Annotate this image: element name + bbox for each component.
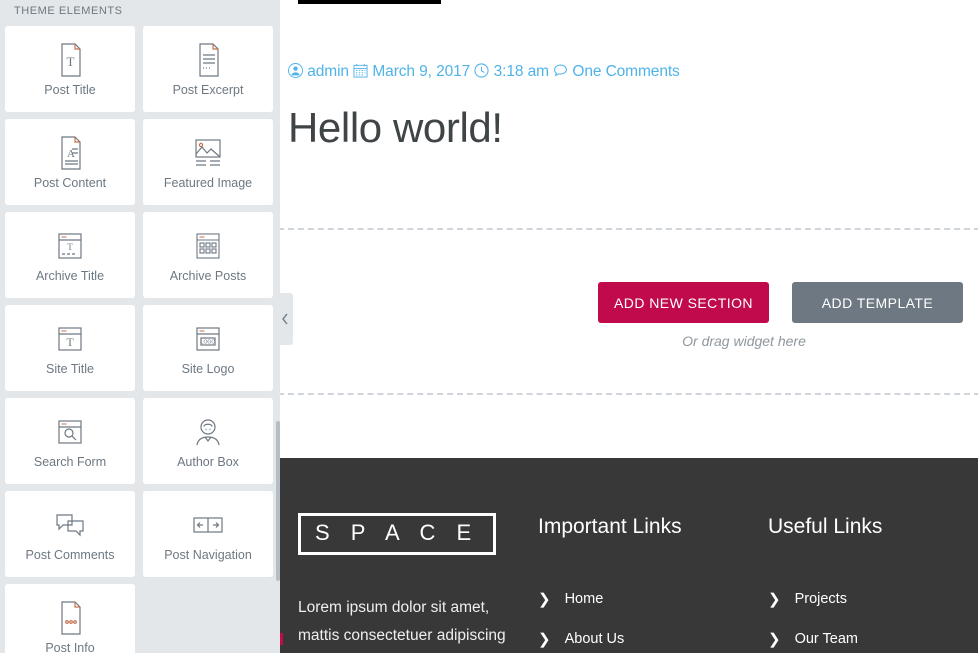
add-new-section-button[interactable]: ADD NEW SECTION xyxy=(598,282,769,323)
element-label: Archive Title xyxy=(35,269,105,283)
comment-icon xyxy=(549,63,572,80)
element-card-post-comments[interactable]: Post Comments xyxy=(5,491,135,577)
theme-elements-panel: THEME ELEMENTS T Post Title Post Excerpt… xyxy=(0,0,280,653)
element-label: Site Title xyxy=(46,362,94,376)
element-label: Post Excerpt xyxy=(172,83,244,97)
add-section-buttons: ADD NEW SECTION ADD TEMPLATE xyxy=(598,282,963,323)
footer-link-our-team[interactable]: ❯ Our Team xyxy=(768,631,968,647)
footer-link-label: About Us xyxy=(564,631,625,647)
element-label: Post Comments xyxy=(25,548,115,562)
calendar-icon xyxy=(349,63,372,80)
svg-text:T: T xyxy=(67,54,75,69)
footer-logo: S P A C E xyxy=(298,513,496,555)
add-template-button[interactable]: ADD TEMPLATE xyxy=(792,282,963,323)
elementor-theme-builder: THEME ELEMENTS T Post Title Post Excerpt… xyxy=(0,0,978,653)
archive-posts-icon xyxy=(193,226,223,266)
svg-text:T: T xyxy=(67,242,73,252)
post-title: Hello world! xyxy=(288,104,503,151)
element-card-author-box[interactable]: Author Box xyxy=(143,398,273,484)
top-black-bar xyxy=(298,0,441,4)
element-card-site-title[interactable]: T Site Title xyxy=(5,305,135,391)
chevron-right-icon: ❯ xyxy=(768,630,781,648)
element-card-post-navigation[interactable]: Post Navigation xyxy=(143,491,273,577)
chevron-left-icon xyxy=(281,313,289,325)
element-label: Site Logo xyxy=(181,362,235,376)
footer-column-heading: Useful Links xyxy=(768,515,883,538)
element-card-archive-title[interactable]: T Archive Title xyxy=(5,212,135,298)
footer-link-home[interactable]: ❯ Home xyxy=(538,591,768,607)
panel-collapse-button[interactable] xyxy=(277,293,293,345)
post-excerpt-icon xyxy=(193,40,223,80)
user-icon xyxy=(288,63,307,80)
site-footer: S P A C E Lorem ipsum dolor sit amet, ma… xyxy=(280,458,978,653)
element-card-site-logo[interactable]: LOGO Site Logo xyxy=(143,305,273,391)
element-label: Post Content xyxy=(33,176,107,190)
preview-canvas: admin March 9, 2017 3:18 am One Comments… xyxy=(280,0,978,653)
footer-link-label: Projects xyxy=(794,591,847,607)
svg-text:A: A xyxy=(67,148,75,160)
panel-title: THEME ELEMENTS xyxy=(14,5,123,17)
element-card-post-excerpt[interactable]: Post Excerpt xyxy=(143,26,273,112)
archive-title-icon: T xyxy=(55,226,85,266)
element-label: Featured Image xyxy=(163,176,253,190)
footer-link-about-us[interactable]: ❯ About Us xyxy=(538,631,768,647)
element-card-post-info[interactable]: Post Info xyxy=(5,584,135,653)
element-label: Author Box xyxy=(177,455,239,469)
site-logo-icon: LOGO xyxy=(193,319,223,359)
clock-icon xyxy=(470,63,493,80)
chevron-right-icon: ❯ xyxy=(538,590,551,608)
footer-link-projects[interactable]: ❯ Projects xyxy=(768,591,968,607)
element-card-archive-posts[interactable]: Archive Posts xyxy=(143,212,273,298)
post-comments-icon xyxy=(54,505,86,545)
element-label: Search Form xyxy=(33,455,107,469)
footer-link-label: Our Team xyxy=(794,631,858,647)
element-card-search-form[interactable]: Search Form xyxy=(5,398,135,484)
author-box-icon xyxy=(192,412,224,452)
post-author: admin xyxy=(307,63,349,80)
element-label: Archive Posts xyxy=(169,269,247,283)
element-card-post-title[interactable]: T Post Title xyxy=(5,26,135,112)
svg-text:T: T xyxy=(66,335,74,349)
footer-brand-column: S P A C E Lorem ipsum dolor sit amet, ma… xyxy=(298,513,538,653)
post-date: March 9, 2017 xyxy=(372,63,471,80)
featured-image-icon xyxy=(191,133,225,173)
footer-accent-marker xyxy=(280,633,283,645)
chevron-right-icon: ❯ xyxy=(768,590,781,608)
element-card-featured-image[interactable]: Featured Image xyxy=(143,119,273,205)
post-content-icon: A xyxy=(55,133,85,173)
element-card-post-content[interactable]: A Post Content xyxy=(5,119,135,205)
post-comments-count: One Comments xyxy=(572,63,680,80)
theme-elements-grid: T Post Title Post Excerpt A Post Content… xyxy=(0,26,280,653)
post-navigation-icon xyxy=(191,505,225,545)
post-info-icon xyxy=(55,598,85,638)
chevron-right-icon: ❯ xyxy=(538,630,551,648)
drag-widget-hint: Or drag widget here xyxy=(682,333,806,349)
post-time: 3:18 am xyxy=(493,63,549,80)
element-label: Post Title xyxy=(44,83,96,97)
post-meta: admin March 9, 2017 3:18 am One Comments xyxy=(288,63,680,81)
footer-column-useful-links: Useful Links ❯ Projects ❯ Our Team xyxy=(768,513,968,653)
add-section-dropzone[interactable]: ADD NEW SECTION ADD TEMPLATE Or drag wid… xyxy=(280,228,978,395)
post-title-icon: T xyxy=(55,40,85,80)
element-label: Post Navigation xyxy=(164,548,252,562)
footer-link-label: Home xyxy=(564,591,604,607)
element-label: Post Info xyxy=(45,641,95,653)
footer-column-heading: Important Links xyxy=(538,515,682,538)
footer-column-important-links: Important Links ❯ Home ❯ About Us xyxy=(538,513,768,653)
site-title-icon: T xyxy=(55,319,85,359)
footer-about-text: Lorem ipsum dolor sit amet, mattis conse… xyxy=(298,599,506,644)
svg-text:LOGO: LOGO xyxy=(201,340,216,346)
search-form-icon xyxy=(55,412,85,452)
